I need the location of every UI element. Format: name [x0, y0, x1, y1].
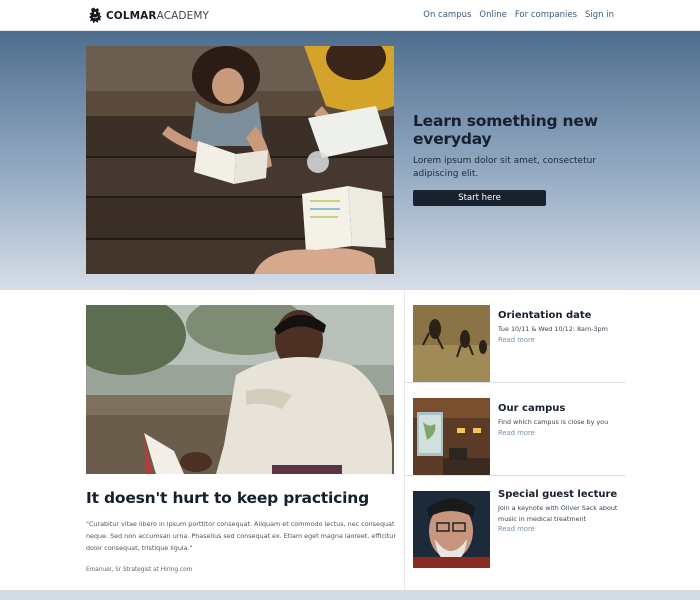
- event-thumb-lecture: [413, 491, 490, 568]
- event-body-orientation: Orientation date Tue 10/11 & Wed 10/12: …: [498, 310, 622, 344]
- event-text: Join a keynote with Oliver Sack about mu…: [498, 504, 618, 523]
- main-nav: On campus Online For companies Sign in: [423, 10, 614, 20]
- event-title: Orientation date: [498, 310, 592, 321]
- brand-name: COLMARACADEMY: [106, 10, 209, 22]
- hero-copy: Learn something new everyday Lorem ipsum…: [413, 112, 613, 207]
- feature-author: Emanuel, Sr Strategist at Hiring.com: [86, 567, 193, 573]
- content-section: It doesn't hurt to keep practicing "Cura…: [0, 290, 700, 590]
- brand-name-bold: COLMAR: [106, 9, 157, 22]
- brand-name-light: ACADEMY: [156, 9, 209, 22]
- feature-image-man-reading: [86, 305, 394, 474]
- hero-title: Learn something new everyday: [413, 112, 598, 148]
- read-more-link[interactable]: Read more: [498, 525, 622, 533]
- hero-section: Learn something new everyday Lorem ipsum…: [0, 31, 700, 290]
- start-here-button[interactable]: Start here: [413, 190, 546, 207]
- nav-for-companies[interactable]: For companies: [515, 10, 577, 20]
- brand-logo[interactable]: COLMARACADEMY: [88, 6, 209, 25]
- campus-image: [413, 398, 490, 475]
- event-card-orientation: Orientation date Tue 10/11 & Wed 10/12: …: [405, 290, 626, 383]
- event-card-lecture: Special guest lecture Join a keynote wit…: [405, 476, 626, 569]
- read-more-link[interactable]: Read more: [498, 429, 622, 437]
- read-more-link[interactable]: Read more: [498, 336, 622, 344]
- feature-illustration: [86, 305, 394, 474]
- nav-on-campus[interactable]: On campus: [423, 10, 471, 20]
- lion-crest-icon: [89, 7, 102, 24]
- event-body-lecture: Special guest lecture Join a keynote wit…: [498, 489, 622, 533]
- event-text: Tue 10/11 & Wed 10/12: 8am-3pm: [498, 325, 608, 333]
- nav-sign-in[interactable]: Sign in: [585, 10, 614, 20]
- hero-illustration: [86, 46, 394, 274]
- lecture-image: [413, 491, 490, 568]
- event-body-campus: Our campus Find which campus is close by…: [498, 403, 622, 437]
- feature-quote: "Curabitur vitae libero in ipsum porttit…: [86, 520, 396, 552]
- event-card-campus: Our campus Find which campus is close by…: [405, 383, 626, 476]
- event-text: Find which campus is close by you: [498, 418, 609, 426]
- event-title: Our campus: [498, 403, 566, 414]
- site-header: COLMARACADEMY On campus Online For compa…: [0, 0, 700, 31]
- feature-title: It doesn't hurt to keep practicing: [86, 489, 369, 507]
- event-thumb-campus: [413, 398, 490, 475]
- orientation-image: [413, 305, 490, 382]
- event-title: Special guest lecture: [498, 489, 618, 500]
- hero-subtitle: Lorem ipsum dolor sit amet, consectetur …: [413, 156, 597, 179]
- event-thumb-orientation: [413, 305, 490, 382]
- hero-image-students-studying: [86, 46, 394, 274]
- footer-bar: [0, 590, 700, 600]
- nav-online[interactable]: Online: [479, 10, 506, 20]
